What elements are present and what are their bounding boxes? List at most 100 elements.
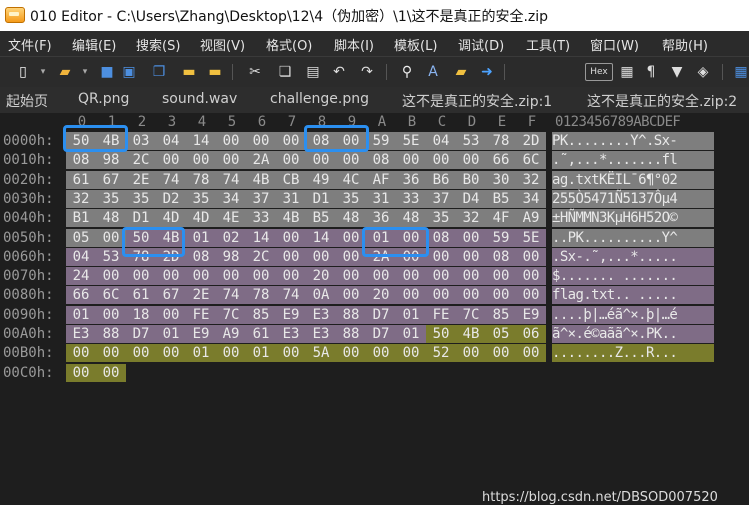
- hex-byte[interactable]: 36: [396, 170, 426, 189]
- hex-byte[interactable]: D1: [306, 189, 336, 208]
- hex-byte[interactable]: 00: [456, 344, 486, 363]
- hex-byte[interactable]: 33: [396, 189, 426, 208]
- hex-byte[interactable]: 00: [276, 132, 306, 150]
- hex-byte[interactable]: 59: [366, 132, 396, 150]
- eraser-icon[interactable]: ◈: [694, 63, 712, 81]
- hex-byte[interactable]: 5A: [306, 344, 336, 363]
- hex-byte[interactable]: 78: [186, 170, 216, 189]
- ascii-row[interactable]: $....... .......: [552, 267, 714, 286]
- hex-byte[interactable]: 00: [426, 286, 456, 305]
- hex-byte[interactable]: 00: [336, 286, 366, 305]
- hex-byte[interactable]: FE: [186, 305, 216, 324]
- menu-help[interactable]: 帮助(H): [662, 35, 708, 54]
- hex-byte[interactable]: 34: [216, 189, 246, 208]
- hex-toggle-button[interactable]: Hex: [585, 63, 613, 81]
- hex-byte[interactable]: E9: [516, 305, 546, 324]
- hex-byte[interactable]: 2D: [516, 132, 546, 150]
- hex-byte[interactable]: B0: [456, 170, 486, 189]
- cut-icon[interactable]: ✂: [246, 63, 264, 81]
- hex-byte[interactable]: 36: [366, 209, 396, 228]
- hex-byte[interactable]: 00: [186, 151, 216, 170]
- hex-byte[interactable]: 35: [126, 189, 156, 208]
- dropdown-arrow-icon[interactable]: ▾: [76, 63, 94, 81]
- hex-byte[interactable]: 00: [456, 151, 486, 170]
- hex-byte[interactable]: 01: [156, 325, 186, 343]
- hex-byte[interactable]: 85: [246, 305, 276, 324]
- hex-byte[interactable]: 05: [66, 228, 96, 247]
- hex-byte[interactable]: 61: [126, 286, 156, 305]
- hex-byte[interactable]: E3: [306, 305, 336, 324]
- hex-byte[interactable]: 00: [186, 267, 216, 286]
- hex-byte[interactable]: 00: [336, 344, 366, 363]
- hex-byte[interactable]: 00: [516, 267, 546, 286]
- hex-byte[interactable]: 2E: [186, 286, 216, 305]
- hex-byte[interactable]: A9: [516, 209, 546, 228]
- hex-byte[interactable]: 00: [336, 267, 366, 286]
- hex-byte[interactable]: 00: [366, 344, 396, 363]
- tab-zip-2[interactable]: 这不是真正的安全.zip:2: [587, 91, 737, 111]
- find-in-files-icon[interactable]: ▰: [452, 63, 470, 81]
- hex-byte[interactable]: 61: [246, 325, 276, 343]
- hex-byte[interactable]: 33: [246, 209, 276, 228]
- ascii-row[interactable]: ±HÑMMN3KµH6H52O©: [552, 209, 714, 228]
- hex-byte[interactable]: B1: [66, 209, 96, 228]
- hex-byte[interactable]: 88: [336, 325, 366, 343]
- hex-byte[interactable]: 00: [336, 151, 366, 170]
- hex-byte[interactable]: 01: [396, 325, 426, 343]
- menu-window[interactable]: 窗口(W): [590, 35, 639, 54]
- hex-byte[interactable]: 08: [426, 228, 456, 247]
- hex-byte[interactable]: 32: [66, 189, 96, 208]
- hex-byte[interactable]: 5E: [396, 132, 426, 150]
- hex-byte[interactable]: 00: [246, 267, 276, 286]
- hex-byte[interactable]: 66: [486, 151, 516, 170]
- calculator-icon[interactable]: ▦: [618, 63, 636, 81]
- hex-byte[interactable]: 00: [396, 267, 426, 286]
- hex-byte[interactable]: 78: [486, 132, 516, 150]
- hex-byte[interactable]: 00: [156, 151, 186, 170]
- hex-byte[interactable]: 4E: [216, 209, 246, 228]
- hex-byte[interactable]: 00: [426, 267, 456, 286]
- hex-byte[interactable]: 00: [276, 228, 306, 247]
- hex-byte[interactable]: 00: [276, 247, 306, 266]
- hex-byte[interactable]: 00: [216, 267, 246, 286]
- new-folder-icon[interactable]: ▬: [180, 63, 198, 81]
- open-folder-icon[interactable]: ▰: [56, 63, 74, 81]
- hex-byte[interactable]: 00: [486, 267, 516, 286]
- save-all-icon[interactable]: ▣: [120, 63, 138, 81]
- hex-byte[interactable]: 6C: [96, 286, 126, 305]
- hex-byte[interactable]: 04: [426, 132, 456, 150]
- hex-byte[interactable]: 35: [426, 209, 456, 228]
- new-file-icon[interactable]: ▯: [14, 63, 32, 81]
- hex-byte[interactable]: 02: [216, 228, 246, 247]
- find-icon[interactable]: ⚲: [398, 63, 416, 81]
- undo-icon[interactable]: ↶: [330, 63, 348, 81]
- ascii-row[interactable]: ã^×.é©aãã^×.PK..: [552, 325, 714, 343]
- ascii-row[interactable]: flag.txt.. .....: [552, 286, 714, 305]
- hex-byte[interactable]: 00: [276, 151, 306, 170]
- hex-byte[interactable]: E3: [66, 325, 96, 343]
- hex-byte[interactable]: D7: [126, 325, 156, 343]
- hex-byte[interactable]: 74: [216, 286, 246, 305]
- hex-byte[interactable]: 14: [186, 132, 216, 150]
- menu-file[interactable]: 文件(F): [8, 35, 52, 54]
- menu-template[interactable]: 模板(L): [394, 35, 437, 54]
- hex-byte[interactable]: 53: [456, 132, 486, 150]
- ascii-row[interactable]: ag.txtKËIL¯6¶°02: [552, 170, 714, 189]
- hex-byte[interactable]: 08: [186, 247, 216, 266]
- hex-byte[interactable]: 14: [246, 228, 276, 247]
- menu-edit[interactable]: 编辑(E): [72, 35, 116, 54]
- hex-byte[interactable]: 00: [66, 363, 96, 382]
- hex-byte[interactable]: B5: [306, 209, 336, 228]
- hex-byte[interactable]: 31: [366, 189, 396, 208]
- hex-byte[interactable]: 00: [366, 267, 396, 286]
- tab-start-page[interactable]: 起始页: [6, 91, 48, 111]
- hex-byte[interactable]: 61: [66, 170, 96, 189]
- hex-byte[interactable]: E9: [186, 325, 216, 343]
- ascii-row[interactable]: .˜,...*.......fl: [552, 151, 714, 170]
- hex-byte[interactable]: 00: [396, 151, 426, 170]
- hex-byte[interactable]: 00: [126, 344, 156, 363]
- hex-byte[interactable]: 66: [66, 286, 96, 305]
- ascii-row[interactable]: .Sx-.˜,...*.....: [552, 247, 714, 266]
- hex-byte[interactable]: 00: [216, 344, 246, 363]
- hex-byte[interactable]: 00: [246, 132, 276, 150]
